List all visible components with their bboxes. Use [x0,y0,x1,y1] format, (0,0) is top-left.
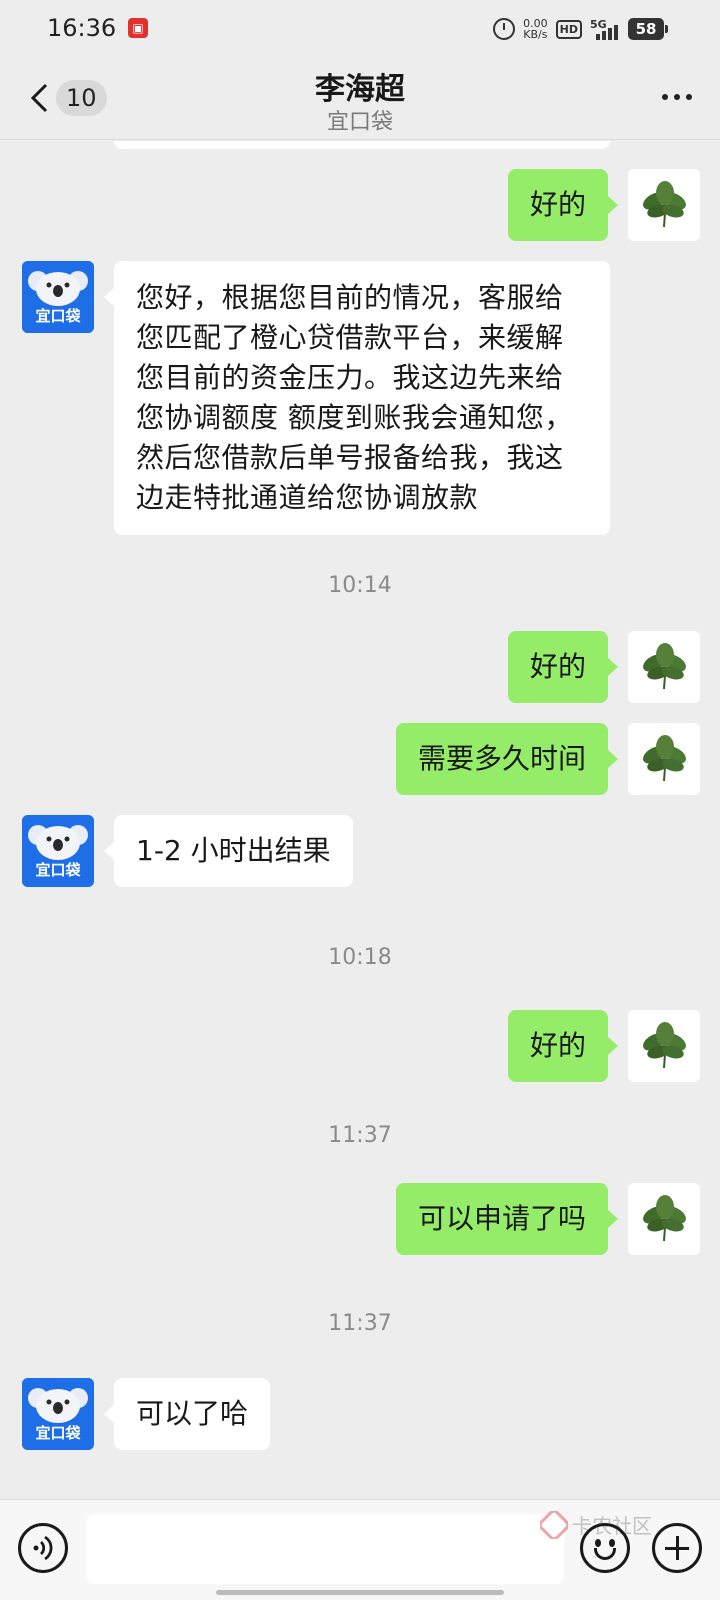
emoji-button[interactable] [580,1523,630,1573]
message-list[interactable]: 好的 宜口袋 您好，根据您目前的情况，客服给您匹配了橙心贷借款平台，来缓解您目前的资… [0,141,720,1499]
previous-message-bubble [114,141,610,149]
network-speed-unit: KB/s [523,28,548,41]
message-bubble[interactable]: 可以了哈 [103,1378,271,1450]
avatar-brand-text: 宜口袋 [35,307,81,325]
app-notification-icon: ▣ [128,18,148,38]
message-input[interactable] [86,1514,564,1584]
time-label: 11:37 [328,1311,392,1336]
avatar-brand-text: 宜口袋 [35,1424,81,1442]
my-avatar[interactable] [628,723,700,795]
time-separator: 10:18 [0,945,720,975]
outgoing-message-row: 好的 [0,1010,720,1082]
time-label: 11:37 [328,1123,392,1148]
battery-icon: 58 [628,18,668,40]
status-time: 16:36 [47,14,117,42]
time-separator: 11:37 [0,1123,720,1153]
chat-header: 10 李海超 宜口袋 [0,56,720,140]
hd-icon: HD [555,19,582,39]
outgoing-message-row: 好的 [0,631,720,703]
contact-avatar[interactable]: 宜口袋 [22,1378,94,1450]
input-bar: 卡农社区 [0,1499,720,1600]
message-bubble[interactable]: 需要多久时间 [395,723,619,795]
outgoing-message-row: 好的 [0,169,720,241]
emoji-icon [594,1548,616,1560]
my-avatar[interactable] [628,631,700,703]
more-options-icon[interactable] [662,94,692,100]
voice-icon [33,1535,53,1561]
time-label: 10:18 [328,945,392,970]
status-icons: 0.00 KB/s HD 5G 58 [493,16,668,42]
message-bubble[interactable]: 您好，根据您目前的情况，客服给您匹配了橙心贷借款平台，来缓解您目前的资金压力。我… [104,261,610,535]
message-bubble[interactable]: 好的 [507,169,619,241]
signal-icon: 5G [590,18,620,40]
avatar-brand-text: 宜口袋 [35,861,81,879]
my-avatar[interactable] [628,169,700,241]
alarm-icon [493,18,516,40]
message-bubble[interactable]: 好的 [507,1010,619,1082]
message-bubble[interactable]: 好的 [507,631,619,703]
time-separator: 10:14 [0,573,720,603]
incoming-message-row: 宜口袋 可以了哈 [0,1378,720,1450]
incoming-message-row: 宜口袋 您好，根据您目前的情况，客服给您匹配了橙心贷借款平台，来缓解您目前的资金压… [0,261,720,535]
more-functions-button[interactable] [652,1523,702,1573]
chat-title: 李海超 [315,72,405,107]
voice-input-button[interactable] [18,1523,68,1573]
contact-avatar[interactable]: 宜口袋 [22,261,94,333]
time-separator: 11:37 [0,1311,720,1341]
status-bar: 16:36 ▣ 0.00 KB/s HD 5G 58 [0,0,720,56]
my-avatar[interactable] [628,1010,700,1082]
time-label: 10:14 [328,573,392,598]
incoming-message-row: 宜口袋 1-2 小时出结果 [0,815,720,887]
network-speed: 0.00 KB/s [523,18,548,40]
chat-subtitle: 宜口袋 [326,110,393,135]
outgoing-message-row: 需要多久时间 [0,723,720,795]
message-bubble[interactable]: 1-2 小时出结果 [104,815,353,887]
outgoing-message-row: 可以申请了吗 [0,1183,720,1255]
contact-avatar[interactable]: 宜口袋 [22,815,94,887]
home-indicator [216,1590,504,1595]
my-avatar[interactable] [628,1183,700,1255]
watermark-logo-icon [540,1510,568,1539]
message-bubble[interactable]: 可以申请了吗 [395,1183,619,1255]
